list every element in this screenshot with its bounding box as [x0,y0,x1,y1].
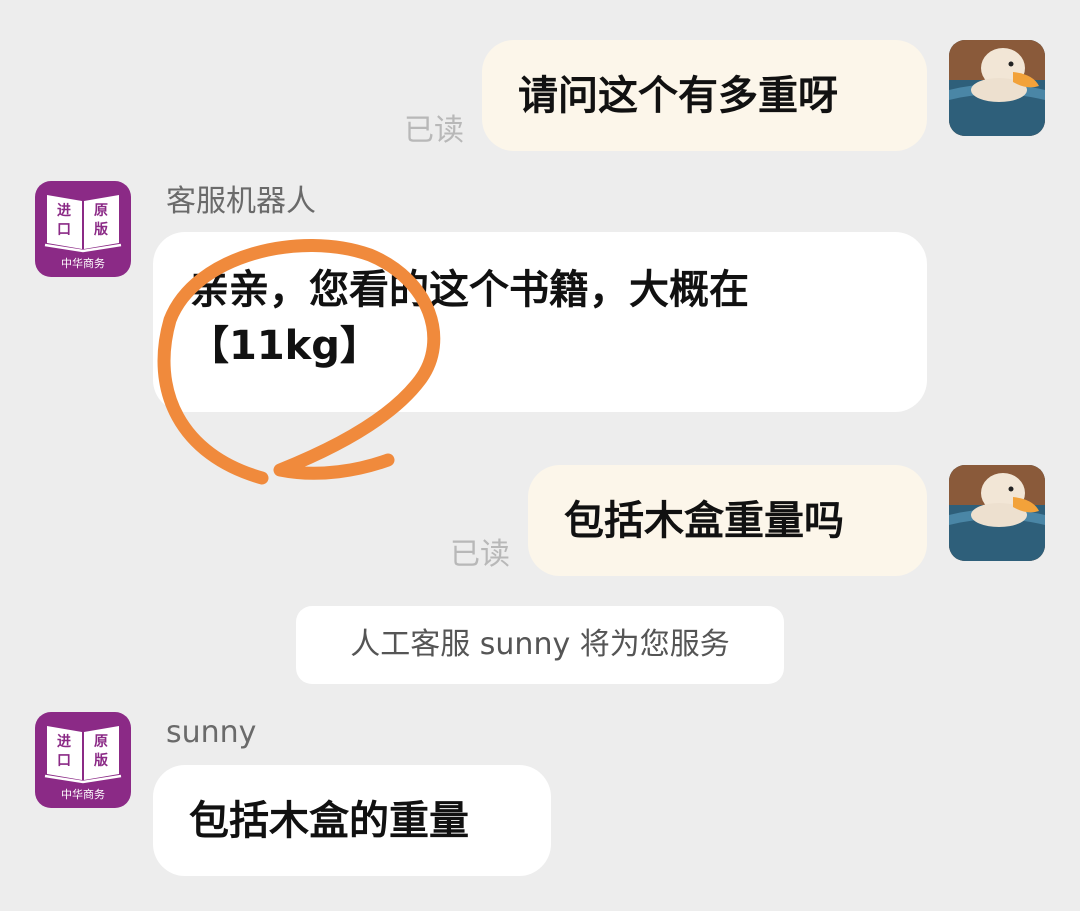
message-text-line: 亲亲，您看的这个书籍，大概在 [189,267,749,313]
agent-message-bubble[interactable]: 亲亲，您看的这个书籍，大概在 【11kg】 [153,232,927,412]
svg-text:进: 进 [57,734,71,750]
user-message-bubble[interactable]: 包括木盒重量吗 [528,465,927,576]
svg-text:原: 原 [94,203,108,219]
message-text: 包括木盒的重量 [189,797,469,844]
duck-avatar-icon [949,465,1045,561]
svg-text:版: 版 [94,221,108,238]
agent-message-bubble[interactable]: 包括木盒的重量 [153,765,551,876]
system-notice: 人工客服 sunny 将为您服务 [296,606,784,684]
duck-avatar-icon [949,40,1045,136]
svg-text:口: 口 [57,753,71,769]
svg-text:进: 进 [57,203,71,219]
shop-avatar[interactable]: 进 原 口 版 中华商务 [35,712,131,808]
message-text-line: 【11kg】 [189,323,380,369]
svg-text:中华商务: 中华商务 [61,787,105,801]
book-logo-icon: 进 原 口 版 中华商务 [35,712,131,808]
svg-text:中华商务: 中华商务 [61,256,105,270]
read-receipt: 已读 [450,537,510,572]
message-text: 请问这个有多重呀 [518,72,838,119]
message-text: 包括木盒重量吗 [564,497,844,544]
user-message-bubble[interactable]: 请问这个有多重呀 [482,40,927,151]
shop-avatar[interactable]: 进 原 口 版 中华商务 [35,181,131,277]
svg-text:原: 原 [94,734,108,750]
sender-name: 客服机器人 [166,184,316,219]
book-logo-icon: 进 原 口 版 中华商务 [35,181,131,277]
user-avatar[interactable] [949,40,1045,136]
user-avatar[interactable] [949,465,1045,561]
svg-text:版: 版 [94,752,108,769]
svg-text:口: 口 [57,222,71,238]
read-receipt: 已读 [404,113,464,148]
sender-name: sunny [166,715,257,750]
